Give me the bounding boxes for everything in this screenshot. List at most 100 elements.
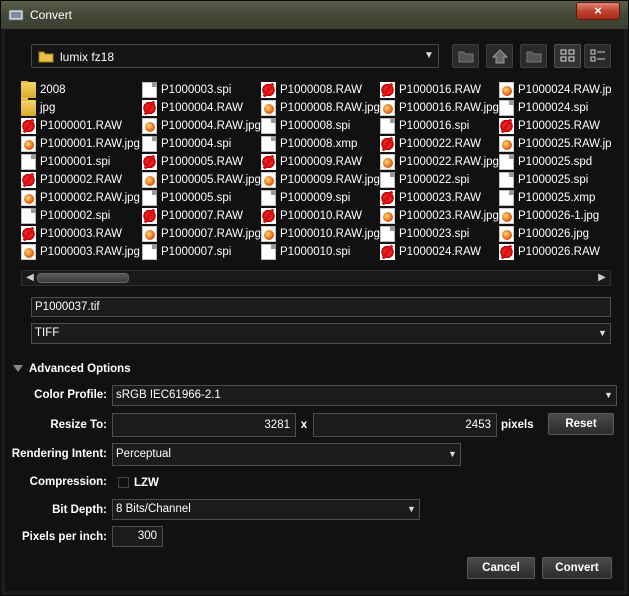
- file-name: P1000025.RAW.jpg: [518, 138, 611, 150]
- bit-depth-select[interactable]: 8 Bits/Channel ▼: [112, 499, 420, 520]
- file-name: P1000002.RAW: [40, 174, 123, 186]
- raw-file-icon: [380, 244, 395, 260]
- raw-file-icon: [142, 100, 157, 116]
- document-icon: [21, 154, 36, 170]
- file-name: P1000004.spi: [161, 138, 232, 150]
- document-icon: [499, 154, 514, 170]
- rendering-intent-select[interactable]: Perceptual ▼: [112, 443, 461, 466]
- ppi-input[interactable]: 300: [112, 526, 163, 547]
- chevron-down-icon: ▼: [604, 390, 613, 400]
- file-name: P1000026-1.jpg: [518, 210, 600, 222]
- file-name: P1000007.spi: [161, 246, 232, 258]
- reset-button[interactable]: Reset: [548, 413, 614, 435]
- image-file-icon: [499, 136, 514, 152]
- file-name: P1000024.RAW.jpg: [518, 84, 611, 96]
- document-icon: [380, 118, 395, 134]
- location-dropdown[interactable]: lumix fz18 ▼: [31, 44, 439, 68]
- x-separator: x: [300, 419, 308, 431]
- file-name: jpg: [40, 102, 56, 114]
- file-name: P1000023.RAW.jpg: [399, 210, 499, 222]
- list-view-icon: [590, 49, 605, 62]
- raw-file-icon: [380, 190, 395, 206]
- file-name: P1000026.RAW: [518, 246, 601, 258]
- raw-file-icon: [380, 136, 395, 152]
- raw-file-icon: [21, 226, 36, 242]
- icon-view-button[interactable]: [554, 44, 581, 68]
- file-name: P1000002.spi: [40, 210, 111, 222]
- image-file-icon: [261, 226, 276, 242]
- bit-depth-label: Bit Depth:: [52, 504, 107, 516]
- file-name: P1000022.RAW.jpg: [399, 156, 499, 168]
- app-icon: [8, 9, 24, 21]
- document-icon: [499, 190, 514, 206]
- chevron-down-icon: ▼: [448, 449, 457, 459]
- home-icon: [491, 49, 508, 64]
- image-file-icon: [499, 226, 514, 242]
- raw-file-icon: [380, 82, 395, 98]
- ppi-label: Pixels per inch:: [21, 531, 107, 543]
- image-file-icon: [380, 100, 395, 116]
- convert-button[interactable]: Convert: [542, 557, 612, 579]
- image-file-icon: [142, 226, 157, 242]
- home-button[interactable]: [486, 44, 513, 68]
- new-folder-button[interactable]: [520, 44, 547, 68]
- file-name: P1000023.spi: [399, 228, 470, 240]
- advanced-options-label: Advanced Options: [29, 363, 131, 375]
- file-name: P1000025.spi: [518, 174, 589, 186]
- raw-file-icon: [261, 82, 276, 98]
- bit-depth-value: 8 Bits/Channel: [116, 503, 191, 515]
- folder-up-button[interactable]: [452, 44, 479, 68]
- document-icon: [380, 226, 395, 242]
- raw-file-icon: [261, 208, 276, 224]
- file-name: P1000003.spi: [161, 84, 232, 96]
- document-icon: [261, 118, 276, 134]
- height-input[interactable]: 2453: [313, 413, 497, 437]
- file-name: P1000007.RAW: [161, 210, 244, 222]
- image-file-icon: [142, 118, 157, 134]
- color-profile-select[interactable]: sRGB IEC61966-2.1 ▼: [112, 385, 617, 406]
- expand-triangle-icon: [13, 365, 23, 373]
- lzw-checkbox[interactable]: [118, 477, 129, 488]
- image-file-icon: [261, 100, 276, 116]
- lzw-label: LZW: [134, 477, 159, 489]
- window-title: Convert: [30, 8, 73, 22]
- close-button[interactable]: ×: [576, 2, 620, 20]
- chevron-down-icon: ▼: [598, 328, 607, 338]
- file-name: P1000004.RAW: [161, 102, 244, 114]
- document-icon: [261, 244, 276, 260]
- file-name: P1000025.RAW: [518, 120, 601, 132]
- advanced-options-toggle[interactable]: Advanced Options: [13, 363, 131, 375]
- file-name: 2008: [40, 84, 66, 96]
- file-name: P1000009.spi: [280, 192, 351, 204]
- file-name: P1000001.RAW.jpg: [40, 138, 140, 150]
- resize-label: Resize To:: [50, 419, 107, 431]
- file-name: P1000016.RAW: [399, 84, 482, 96]
- file-name: P1000004.RAW.jpg: [161, 120, 261, 132]
- cancel-button[interactable]: Cancel: [467, 557, 535, 579]
- format-select[interactable]: TIFF ▼: [31, 323, 611, 344]
- width-input[interactable]: 3281: [112, 413, 296, 437]
- image-file-icon: [142, 172, 157, 188]
- scroll-left-icon[interactable]: ◀: [23, 271, 37, 285]
- image-file-icon: [499, 208, 514, 224]
- filename-input[interactable]: P1000037.tif: [31, 297, 611, 317]
- folder-icon: [21, 97, 36, 116]
- image-file-icon: [21, 136, 36, 152]
- file-name: P1000001.spi: [40, 156, 111, 168]
- file-name: P1000022.RAW: [399, 138, 482, 150]
- format-value: TIFF: [35, 327, 60, 339]
- file-name: P1000005.RAW: [161, 156, 244, 168]
- file-name: P1000024.spi: [518, 102, 589, 114]
- horizontal-scrollbar[interactable]: ◀ ▶: [21, 270, 611, 286]
- icon-view-icon: [560, 49, 574, 62]
- scroll-right-icon[interactable]: ▶: [595, 271, 609, 285]
- list-view-button[interactable]: [584, 44, 611, 68]
- file-name: P1000009.RAW: [280, 156, 363, 168]
- folder-icon: [21, 81, 36, 98]
- file-name: P1000008.xmp: [280, 138, 358, 150]
- file-name: P1000025.xmp: [518, 192, 596, 204]
- scrollbar-thumb[interactable]: [37, 273, 129, 283]
- file-name: P1000016.RAW.jpg: [399, 102, 499, 114]
- raw-file-icon: [21, 172, 36, 188]
- file-name: P1000025.spd: [518, 156, 593, 168]
